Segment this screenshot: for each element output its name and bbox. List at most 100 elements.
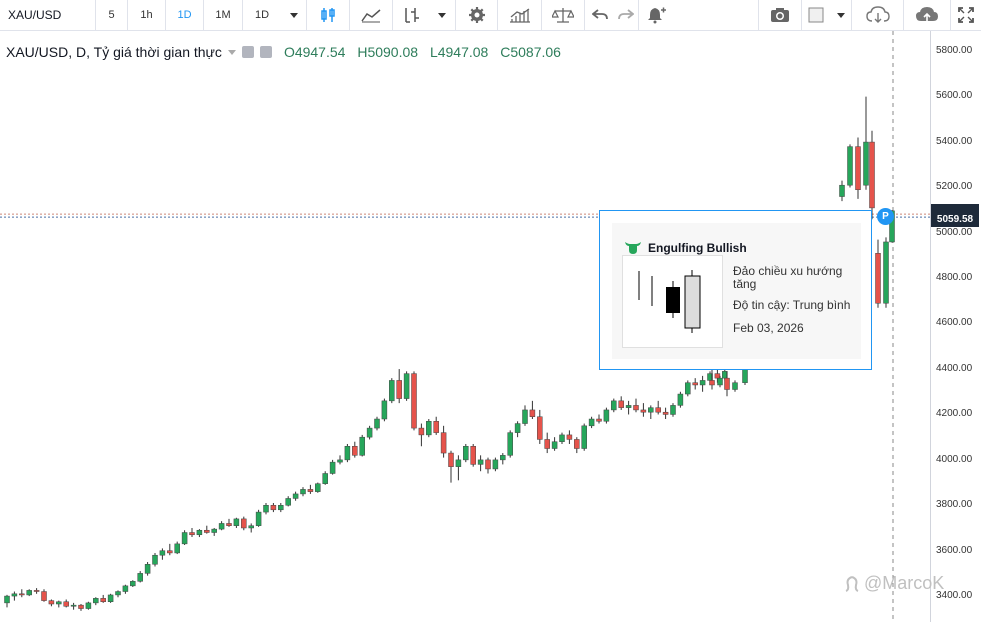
candle-down bbox=[33, 590, 40, 592]
candle-down bbox=[48, 600, 55, 605]
candle-down bbox=[596, 418, 602, 422]
candle-down bbox=[714, 373, 721, 379]
popup-body: Engulfing Bullish Đảo chiều xu hướng tăn… bbox=[612, 223, 861, 359]
candle-down bbox=[855, 146, 861, 190]
toolbar: XAU/USD 5 1h 1D 1M 1D bbox=[0, 0, 981, 31]
candle-up bbox=[455, 459, 462, 467]
candle-down bbox=[19, 593, 25, 596]
candle-down bbox=[204, 529, 210, 533]
candle-up bbox=[107, 594, 114, 602]
interval-5[interactable]: 5 bbox=[96, 0, 128, 30]
ohlc-high: H5090.08 bbox=[357, 44, 419, 60]
candle-up bbox=[426, 421, 432, 436]
settings-gear-icon[interactable] bbox=[456, 0, 498, 30]
hide-series-icon[interactable] bbox=[259, 46, 272, 58]
expand-fullscreen-icon[interactable] bbox=[951, 0, 981, 30]
interval-1h[interactable]: 1h bbox=[128, 0, 166, 30]
candle-up bbox=[625, 405, 632, 408]
pattern-description: Đảo chiều xu hướng tăng bbox=[733, 264, 843, 291]
candle-up bbox=[85, 602, 92, 609]
indicators-icon[interactable] bbox=[393, 0, 429, 30]
candle-down bbox=[307, 489, 314, 492]
candle-up bbox=[717, 377, 723, 386]
layout-dropdown-icon[interactable] bbox=[830, 0, 852, 30]
candle-up bbox=[847, 146, 853, 186]
ohlc-values: O4947.54 H5090.08 L4947.08 C5087.06 bbox=[284, 44, 569, 60]
watermark-logo-icon bbox=[845, 575, 859, 592]
symbol-selector[interactable]: XAU/USD bbox=[0, 0, 96, 30]
candle-down bbox=[167, 550, 173, 554]
bull-icon bbox=[625, 242, 641, 254]
candle-down bbox=[633, 405, 639, 411]
price-axis[interactable]: 5800.00 5600.00 5400.00 5200.00 5000.00 … bbox=[930, 31, 981, 622]
candle-down bbox=[869, 141, 875, 209]
candle-down bbox=[226, 523, 232, 526]
candle-up bbox=[122, 585, 129, 592]
candle-down bbox=[537, 416, 543, 440]
candle-up bbox=[11, 593, 18, 597]
candle-up bbox=[159, 550, 166, 556]
candle-up bbox=[329, 461, 336, 474]
candle-down bbox=[270, 505, 277, 511]
pattern-marker-p[interactable]: P bbox=[877, 208, 894, 225]
candle-down bbox=[78, 604, 84, 609]
candle-up bbox=[344, 446, 351, 461]
snapshot-camera-icon[interactable] bbox=[759, 0, 802, 30]
undo-icon[interactable] bbox=[585, 0, 614, 30]
balance-scale-icon[interactable] bbox=[542, 0, 585, 30]
redo-icon[interactable] bbox=[614, 0, 639, 30]
legend-dropdown-icon[interactable] bbox=[227, 49, 236, 55]
chart-legend: XAU/USD, D, Tỷ giá thời gian thực O4947.… bbox=[6, 44, 569, 60]
interval-dropdown-icon[interactable] bbox=[281, 0, 307, 30]
candle-up bbox=[603, 409, 610, 422]
indicators-dropdown-icon[interactable] bbox=[429, 0, 456, 30]
candle-down bbox=[875, 253, 881, 304]
cloud-upload-icon[interactable] bbox=[904, 0, 951, 30]
candle-up bbox=[337, 459, 343, 463]
candle-up bbox=[839, 184, 845, 197]
candle-up bbox=[611, 400, 617, 411]
candle-up bbox=[359, 436, 365, 456]
candle-up bbox=[863, 141, 869, 186]
candle-down bbox=[433, 421, 439, 433]
candle-up bbox=[300, 489, 306, 495]
interval-1d-dropdown[interactable]: 1D bbox=[243, 0, 281, 30]
legend-title[interactable]: XAU/USD, D, Tỷ giá thời gian thực bbox=[6, 44, 222, 60]
candle-up bbox=[181, 532, 188, 545]
ohlc-open: O4947.54 bbox=[283, 44, 346, 60]
cloud-download-icon[interactable] bbox=[852, 0, 904, 30]
candle-up bbox=[492, 459, 499, 470]
candle-up bbox=[144, 564, 151, 574]
candle-down bbox=[100, 598, 106, 602]
pattern-name: Engulfing Bullish bbox=[648, 241, 747, 255]
candle-up bbox=[389, 380, 395, 402]
axis-label: 4200.00 bbox=[936, 408, 973, 419]
area-chart-icon[interactable] bbox=[350, 0, 393, 30]
candle-up bbox=[4, 595, 10, 604]
candle-up bbox=[315, 483, 321, 492]
candle-down bbox=[485, 459, 491, 470]
alert-bell-icon[interactable] bbox=[639, 0, 672, 30]
interval-1m[interactable]: 1M bbox=[204, 0, 243, 30]
candle-up bbox=[381, 400, 388, 420]
pattern-popup[interactable]: Engulfing Bullish Đảo chiều xu hướng tăn… bbox=[599, 210, 872, 370]
compare-icon[interactable] bbox=[498, 0, 542, 30]
candle-up bbox=[551, 441, 558, 449]
axis-label: 3600.00 bbox=[936, 545, 973, 556]
candle-up bbox=[507, 432, 513, 456]
settings-toggle-icon[interactable] bbox=[241, 46, 254, 58]
current-price-tag: 5059.58 bbox=[931, 211, 979, 227]
axis-label: 3800.00 bbox=[936, 499, 973, 510]
candle-up bbox=[500, 455, 506, 461]
candle-down bbox=[440, 432, 447, 454]
axis-label: 5400.00 bbox=[936, 136, 973, 147]
axis-label: 5600.00 bbox=[936, 90, 973, 101]
candle-up bbox=[463, 446, 469, 461]
fullscreen-square-icon[interactable] bbox=[802, 0, 830, 30]
candle-up bbox=[648, 407, 654, 413]
candle-down bbox=[470, 446, 476, 465]
candle-down bbox=[544, 439, 550, 449]
candles-chart-type-icon[interactable] bbox=[307, 0, 350, 30]
interval-1d[interactable]: 1D bbox=[166, 0, 204, 30]
candle-down bbox=[189, 532, 195, 536]
